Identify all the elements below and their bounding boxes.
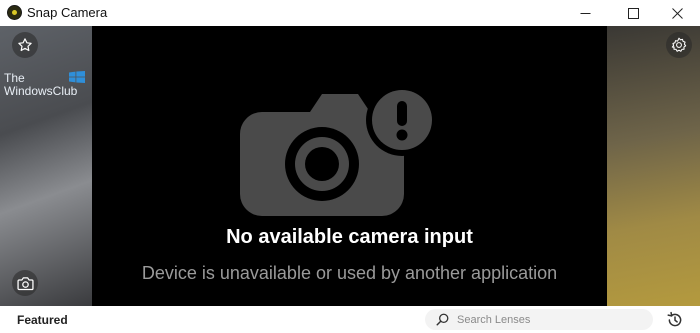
maximize-button[interactable]	[610, 0, 656, 26]
watermark-text: The WindowsClub	[4, 72, 77, 98]
minimize-button[interactable]	[562, 0, 608, 26]
close-button[interactable]	[654, 0, 700, 26]
window-title: Snap Camera	[27, 5, 108, 20]
bottom-bar: Featured	[0, 306, 700, 333]
snap-camera-app-icon	[7, 5, 22, 20]
close-icon	[671, 7, 683, 19]
gear-icon	[671, 37, 687, 52]
featured-tab[interactable]: Featured	[17, 313, 68, 327]
minimize-icon	[580, 12, 590, 14]
camera-alert-icon	[240, 84, 438, 216]
history-button[interactable]	[664, 309, 686, 331]
star-icon	[18, 38, 32, 52]
error-subtitle: Device is unavailable or used by another…	[141, 263, 558, 283]
search-input[interactable]	[457, 310, 647, 329]
snapshot-button[interactable]	[12, 270, 38, 296]
settings-button[interactable]	[666, 32, 692, 58]
favorite-button[interactable]	[12, 32, 38, 58]
error-title: No available camera input	[226, 226, 473, 248]
camera-stage: The WindowsClub No available camera inpu…	[0, 26, 700, 306]
windows-logo-icon	[69, 71, 85, 83]
title-bar: Snap Camera	[0, 0, 700, 26]
search-icon	[436, 313, 449, 326]
left-background-panel	[0, 26, 92, 306]
right-background-panel	[607, 26, 700, 306]
history-icon	[667, 311, 682, 327]
maximize-icon	[627, 7, 639, 19]
watermark-line2: WindowsClub	[4, 84, 78, 98]
search-lenses-box[interactable]	[425, 309, 653, 330]
camera-icon	[16, 276, 34, 290]
